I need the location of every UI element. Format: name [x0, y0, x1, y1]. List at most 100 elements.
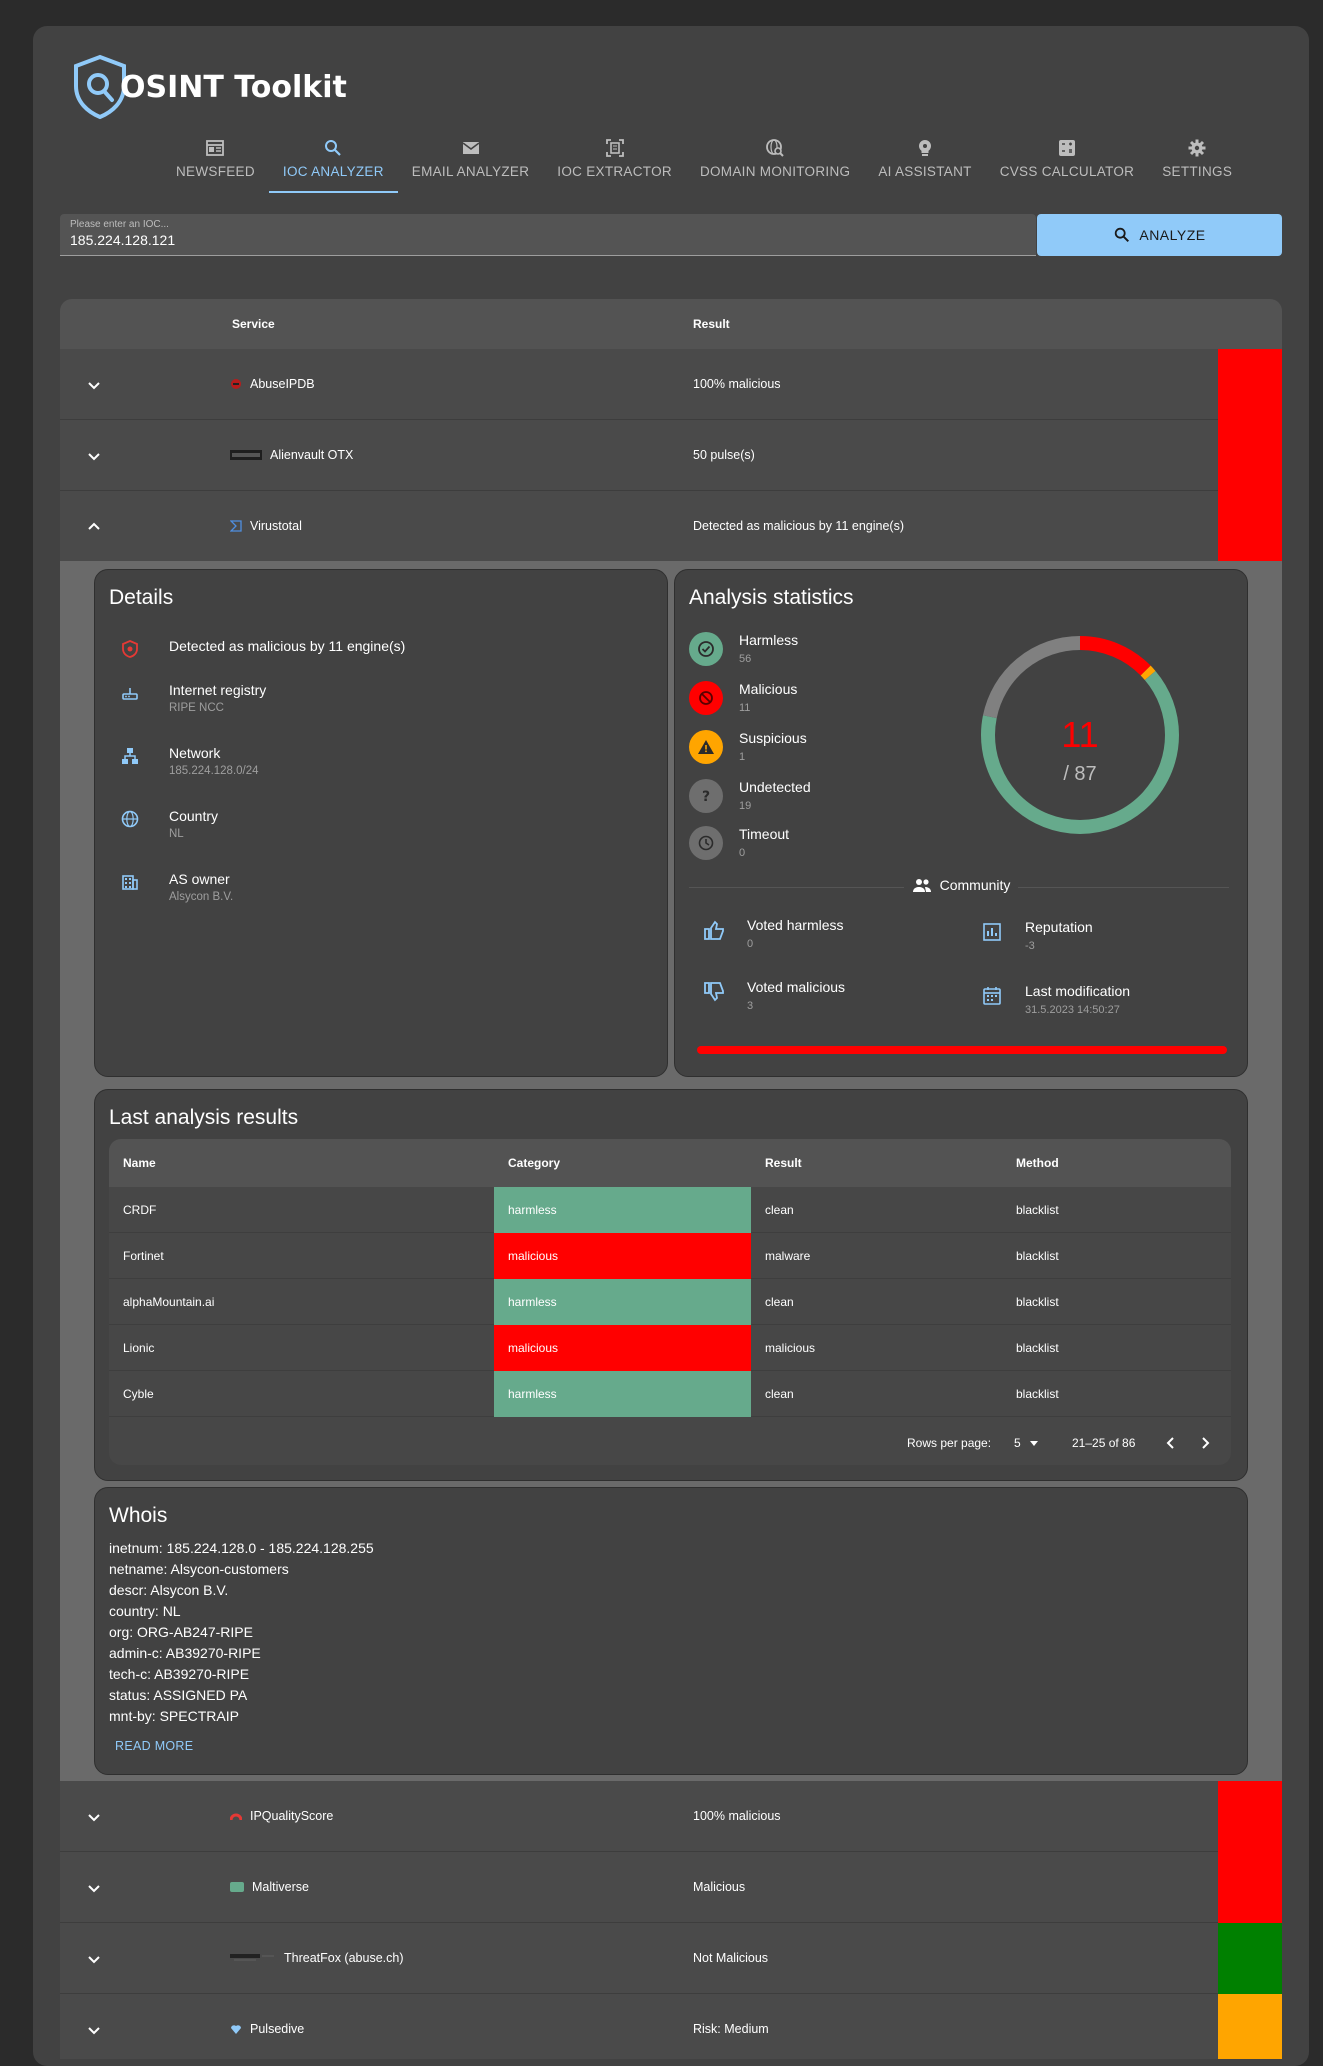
- whois-title: Whois: [109, 1504, 168, 1527]
- stat-label: Undetected: [739, 779, 811, 795]
- whois-line: country: NL: [109, 1603, 181, 1619]
- detail-main: Network: [169, 745, 221, 761]
- stat-value: 11: [739, 702, 751, 714]
- bar-chart-icon: [983, 923, 1001, 941]
- method-cell: blacklist: [1016, 1249, 1059, 1263]
- tab-email-analyzer[interactable]: EMAIL ANALYZER: [398, 138, 544, 192]
- status-flag: [1218, 420, 1282, 491]
- ai-assistant-icon: [918, 139, 932, 156]
- chevron-right-icon[interactable]: [1197, 1435, 1213, 1451]
- detail-item: Network 185.224.128.0/24: [121, 745, 259, 777]
- detail-main: AS owner: [169, 871, 230, 887]
- last-modification-value: 31.5.2023 14:50:27: [1025, 1004, 1120, 1016]
- chevron-down-icon[interactable]: [86, 377, 102, 393]
- stat-label: Harmless: [739, 632, 799, 648]
- detail-main: Country: [169, 808, 219, 824]
- chevron-left-icon[interactable]: [1163, 1435, 1179, 1451]
- table-row[interactable]: IPQualityScore 100% malicious: [60, 1781, 1282, 1852]
- tab-label: EMAIL ANALYZER: [411, 164, 530, 179]
- main-nav: NEWSFEED IOC ANALYZER EMAIL ANALYZER IOC…: [162, 138, 1246, 193]
- search-icon: [325, 140, 342, 156]
- table-row[interactable]: Pulsedive Risk: Medium: [60, 1994, 1282, 2059]
- tab-ai-assistant[interactable]: AI ASSISTANT: [864, 138, 985, 192]
- pagination: Rows per page: 5 21–25 of 86: [109, 1421, 1231, 1465]
- analysis-statistics-card: Analysis statistics Harmless 56 Malicious…: [674, 569, 1248, 1077]
- whois-line: tech-c: AB39270-RIPE: [109, 1666, 250, 1682]
- virustotal-details-panel: Details Detected as malicious by 11 engi…: [60, 561, 1282, 1781]
- tab-ioc-analyzer[interactable]: IOC ANALYZER: [268, 138, 398, 193]
- tab-cvss-calculator[interactable]: CVSS CALCULATOR: [986, 138, 1149, 192]
- tab-domain-monitoring[interactable]: DOMAIN MONITORING: [686, 138, 864, 192]
- tab-settings[interactable]: SETTINGS: [1148, 138, 1246, 192]
- service-cell: AbuseIPDB: [230, 377, 315, 391]
- engine-name: Cyble: [123, 1387, 154, 1401]
- header-category: Category: [508, 1156, 561, 1170]
- stat-badge: [689, 681, 723, 715]
- detail-sub: RIPE NCC: [169, 702, 224, 714]
- app-title: OSINT Toolkit: [120, 69, 347, 105]
- stat-item: ? Undetected 19: [689, 779, 811, 813]
- last-modification-label: Last modification: [1025, 983, 1131, 999]
- ioc-search-field[interactable]: Please enter an IOC...: [60, 214, 1036, 256]
- tab-label: IOC ANALYZER: [282, 164, 384, 179]
- question-icon: ?: [702, 789, 710, 805]
- header-result: Result: [693, 317, 730, 331]
- community-heading: Community: [675, 877, 1247, 893]
- engine-name: Lionic: [123, 1341, 155, 1355]
- details-title: Details: [109, 586, 174, 609]
- calendar-icon: [983, 987, 1001, 1005]
- status-flag: [1218, 1781, 1282, 1852]
- service-name: Alienvault OTX: [270, 448, 354, 462]
- stat-item: Malicious 11: [689, 681, 797, 715]
- table-row[interactable]: AbuseIPDB 100% malicious: [60, 349, 1282, 420]
- category-cell: harmless: [494, 1371, 751, 1417]
- table-row: alphaMountain.ai harmless clean blacklis…: [109, 1279, 1231, 1325]
- engine-name: Fortinet: [123, 1249, 164, 1263]
- engine-name: alphaMountain.ai: [123, 1295, 215, 1309]
- engine-name: CRDF: [123, 1203, 157, 1217]
- voted-malicious-value: 3: [747, 1000, 754, 1012]
- analyze-button[interactable]: ANALYZE: [1037, 214, 1282, 256]
- service-cell: Maltiverse: [230, 1880, 309, 1894]
- rows-per-page-select[interactable]: 5: [1014, 1436, 1041, 1450]
- table-row[interactable]: Maltiverse Malicious: [60, 1852, 1282, 1923]
- table-row[interactable]: Alienvault OTX 50 pulse(s): [60, 420, 1282, 491]
- table-row[interactable]: Virustotal Detected as malicious by 11 e…: [60, 491, 1282, 562]
- read-more-button[interactable]: READ MORE: [115, 1739, 193, 1753]
- chevron-down-icon[interactable]: [86, 448, 102, 464]
- chevron-down-icon[interactable]: [86, 1809, 102, 1825]
- result-cell: Not Malicious: [693, 1951, 769, 1965]
- tab-newsfeed[interactable]: NEWSFEED: [162, 138, 269, 192]
- whois-card: Whois inetnum: 185.224.128.0 - 185.224.1…: [94, 1487, 1248, 1775]
- result-cell: Detected as malicious by 11 engine(s): [693, 519, 904, 533]
- chevron-down-icon[interactable]: [86, 1951, 102, 1967]
- check-circle-icon: [698, 641, 714, 657]
- tab-ioc-extractor[interactable]: IOC EXTRACTOR: [543, 138, 686, 192]
- whois-line: admin-c: AB39270-RIPE: [109, 1645, 261, 1661]
- chevron-up-icon[interactable]: [86, 519, 102, 535]
- router-icon: [122, 688, 138, 700]
- detection-donut-chart: 11 / 87: [981, 636, 1179, 834]
- result-cell: 100% malicious: [693, 377, 781, 391]
- whois-line: descr: Alsycon B.V.: [109, 1582, 229, 1598]
- reputation-label: Reputation: [1025, 919, 1093, 935]
- table-row: CRDF harmless clean blacklist: [109, 1187, 1231, 1233]
- chevron-down-icon[interactable]: [86, 2022, 102, 2038]
- analyze-label: ANALYZE: [1139, 227, 1206, 243]
- status-flag: [1218, 1852, 1282, 1923]
- ioc-search-input[interactable]: [70, 232, 1020, 248]
- people-icon: [912, 879, 931, 892]
- header-method: Method: [1016, 1156, 1059, 1170]
- whois-text: inetnum: 185.224.128.0 - 185.224.128.255…: [109, 1538, 374, 1727]
- tab-label: IOC EXTRACTOR: [557, 164, 672, 179]
- stats-title: Analysis statistics: [689, 586, 854, 609]
- chevron-down-icon[interactable]: [86, 1880, 102, 1896]
- stat-badge: ?: [689, 779, 723, 813]
- table-row[interactable]: ThreatFox (abuse.ch) Not Malicious: [60, 1923, 1282, 1994]
- voted-malicious: Voted malicious 3: [703, 979, 845, 1012]
- stat-label: Timeout: [739, 826, 790, 842]
- stat-item: Timeout 0: [689, 826, 789, 860]
- svg-text:?: ?: [702, 789, 710, 805]
- table-row: Fortinet malicious malware blacklist: [109, 1233, 1231, 1279]
- category-cell: malicious: [494, 1233, 751, 1279]
